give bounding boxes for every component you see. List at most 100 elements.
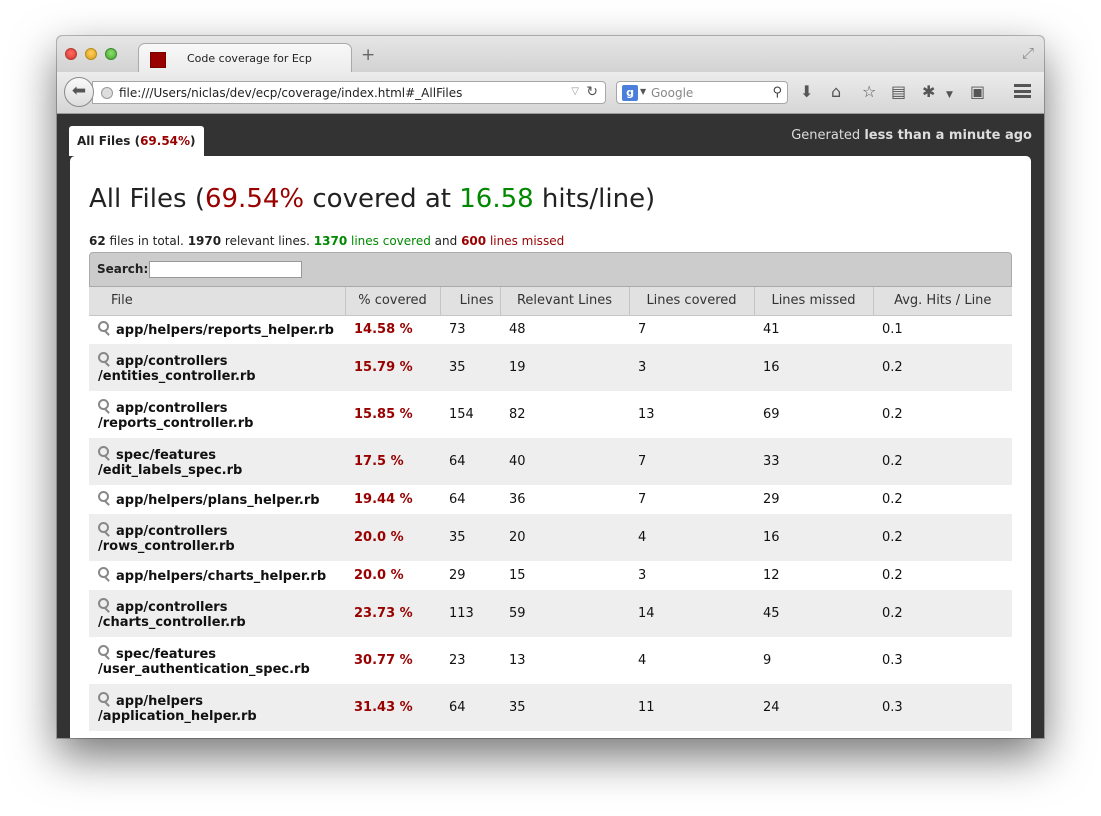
browser-tab[interactable]: Code coverage for Ecp [138,43,352,73]
file-link[interactable]: /edit_labels_spec.rb [98,463,242,478]
extension-icon[interactable]: ✱ [922,83,935,101]
table-row: app/helpers/reports_helper.rb 14.58 % 73 48… [89,315,1012,344]
magnifier-icon[interactable] [98,351,110,366]
bookmark-star-icon[interactable]: ☆ [862,83,876,101]
file-link[interactable]: app/controllers [116,600,227,615]
pct-covered-cell: 31.43 % [345,684,440,731]
avg-hits-cell: 0.2 [873,438,1012,485]
file-cell: spec/features/user_authentication_spec.r… [89,637,345,684]
file-link[interactable]: app/controllers [116,524,227,539]
col-header-file[interactable]: File [89,287,346,316]
relevant-lines-cell: 19 [500,344,629,391]
magnifier-icon[interactable] [98,567,110,581]
hamburger-menu-icon[interactable] [1014,84,1031,98]
search-bar[interactable]: g ▼ Google ⚲ [616,81,788,104]
file-link[interactable]: app/controllers [116,354,227,369]
file-link[interactable]: spec/features [116,448,216,463]
generated-timestamp: Generated less than a minute ago [791,128,1032,143]
lines-cell: 64 [440,684,500,731]
file-link[interactable]: /reports_controller.rb [98,416,253,431]
summary-missed-text: lines missed [486,234,565,248]
table-row: app/helpers/application_helper.rb 31.43 %… [89,684,1012,731]
search-icon[interactable]: ⚲ [772,85,782,100]
generated-when: less than a minute ago [864,128,1032,143]
browser-window: Code coverage for Ecp + ⤢ file:///Users/… [57,36,1044,738]
tab-all-files[interactable]: All Files (69.54%) [69,126,204,156]
file-link[interactable]: app/helpers/reports_helper.rb [116,323,334,338]
file-link[interactable]: app/helpers/charts_helper.rb [116,569,326,584]
download-icon[interactable]: ⬇ [800,83,813,101]
magnifier-icon[interactable] [98,445,110,460]
avg-hits-cell: 0.2 [873,344,1012,391]
magnifier-icon[interactable] [98,644,110,659]
url-bar[interactable]: file:///Users/niclas/dev/ecp/coverage/in… [92,81,606,104]
col-header-lines[interactable]: Lines [440,287,501,316]
lines-covered-cell: 13 [638,407,655,422]
extension-dropdown-icon[interactable]: ▼ [946,86,953,104]
lines-covered-cell: 7 [638,492,647,507]
file-cell: app/controllers/reports_controller.rb [89,391,345,438]
table-row: app/controllers/entities_controller.rb 15… [89,344,1012,391]
magnifier-icon[interactable] [98,597,110,612]
magnifier-icon[interactable] [98,321,110,335]
file-link[interactable]: app/helpers/plans_helper.rb [116,493,320,508]
lines-missed-cell: 24 [754,684,873,731]
file-link[interactable]: /charts_controller.rb [98,615,246,630]
window-close-button[interactable] [65,48,77,60]
lines-covered-cell: 4 [629,514,754,561]
file-link[interactable]: /application_helper.rb [98,709,257,724]
summary-relevant: 1970 [187,234,222,248]
window-minimize-button[interactable] [85,48,97,60]
home-icon[interactable]: ⌂ [831,83,841,101]
new-tab-icon[interactable]: + [361,47,375,64]
bookmarks-list-icon[interactable]: ▤ [891,83,906,101]
search-input[interactable] [149,261,302,278]
magnifier-icon[interactable] [98,691,110,706]
col-header-pct-covered[interactable]: % covered [345,287,441,316]
file-cell: app/helpers/charts_helper.rb [89,561,345,590]
heading-pct: 69.54% [204,184,305,214]
addon-icon[interactable]: ▣ [970,83,985,101]
reload-icon[interactable]: ↻ [586,84,598,100]
summary-covered: 1370 [313,234,348,248]
lines-covered-cell: 3 [629,344,754,391]
page-viewport: All Files (69.54%) Generated less than a… [57,114,1044,738]
col-header-lines-covered[interactable]: Lines covered [629,287,755,316]
search-engine-caret-icon[interactable]: ▼ [640,87,646,96]
file-link[interactable]: app/helpers [116,694,203,709]
fullscreen-icon[interactable]: ⤢ [1022,44,1034,62]
col-header-lines-missed[interactable]: Lines missed [754,287,874,316]
file-link[interactable]: app/controllers [116,401,227,416]
generated-prefix: Generated [791,128,865,143]
relevant-lines-cell: 20 [500,514,629,561]
avg-hits-cell: 0.2 [882,568,903,583]
file-link[interactable]: /rows_controller.rb [98,539,235,554]
window-zoom-button[interactable] [105,48,117,60]
summary-files-text: files in total. [105,234,188,248]
lines-covered-cell: 7 [629,438,754,485]
pct-covered-cell: 17.5 % [345,438,440,485]
file-link[interactable]: /user_authentication_spec.rb [98,662,310,677]
magnifier-icon[interactable] [98,521,110,536]
lines-cell: 35 [440,514,500,561]
pct-covered-cell: 23.73 % [345,590,440,637]
url-dropdown-icon[interactable]: ▽ [571,86,579,97]
col-header-avg-hits[interactable]: Avg. Hits / Line [873,287,1012,316]
file-link[interactable]: spec/features [116,647,216,662]
lines-missed-cell: 29 [763,492,780,507]
table-row: spec/features/user_authentication_spec.r… [89,637,1012,684]
col-header-relevant-lines[interactable]: Relevant Lines [500,287,630,316]
google-icon[interactable]: g [622,85,638,101]
file-cell: app/controllers/charts_controller.rb [89,590,345,637]
magnifier-icon[interactable] [98,398,110,413]
avg-hits-cell: 0.2 [873,590,1012,637]
back-button[interactable]: ⬅ [64,77,94,107]
file-link[interactable]: /entities_controller.rb [98,369,256,384]
lines-covered-cell: 7 [638,322,647,338]
pct-covered-cell: 15.79 % [345,344,440,391]
magnifier-icon[interactable] [98,491,110,505]
url-text[interactable]: file:///Users/niclas/dev/ecp/coverage/in… [119,86,462,100]
report-content: All Files (69.54% covered at 16.58 hits/… [70,156,1031,738]
search-engine-input[interactable]: Google [651,86,693,100]
lines-covered-cell: 11 [629,684,754,731]
